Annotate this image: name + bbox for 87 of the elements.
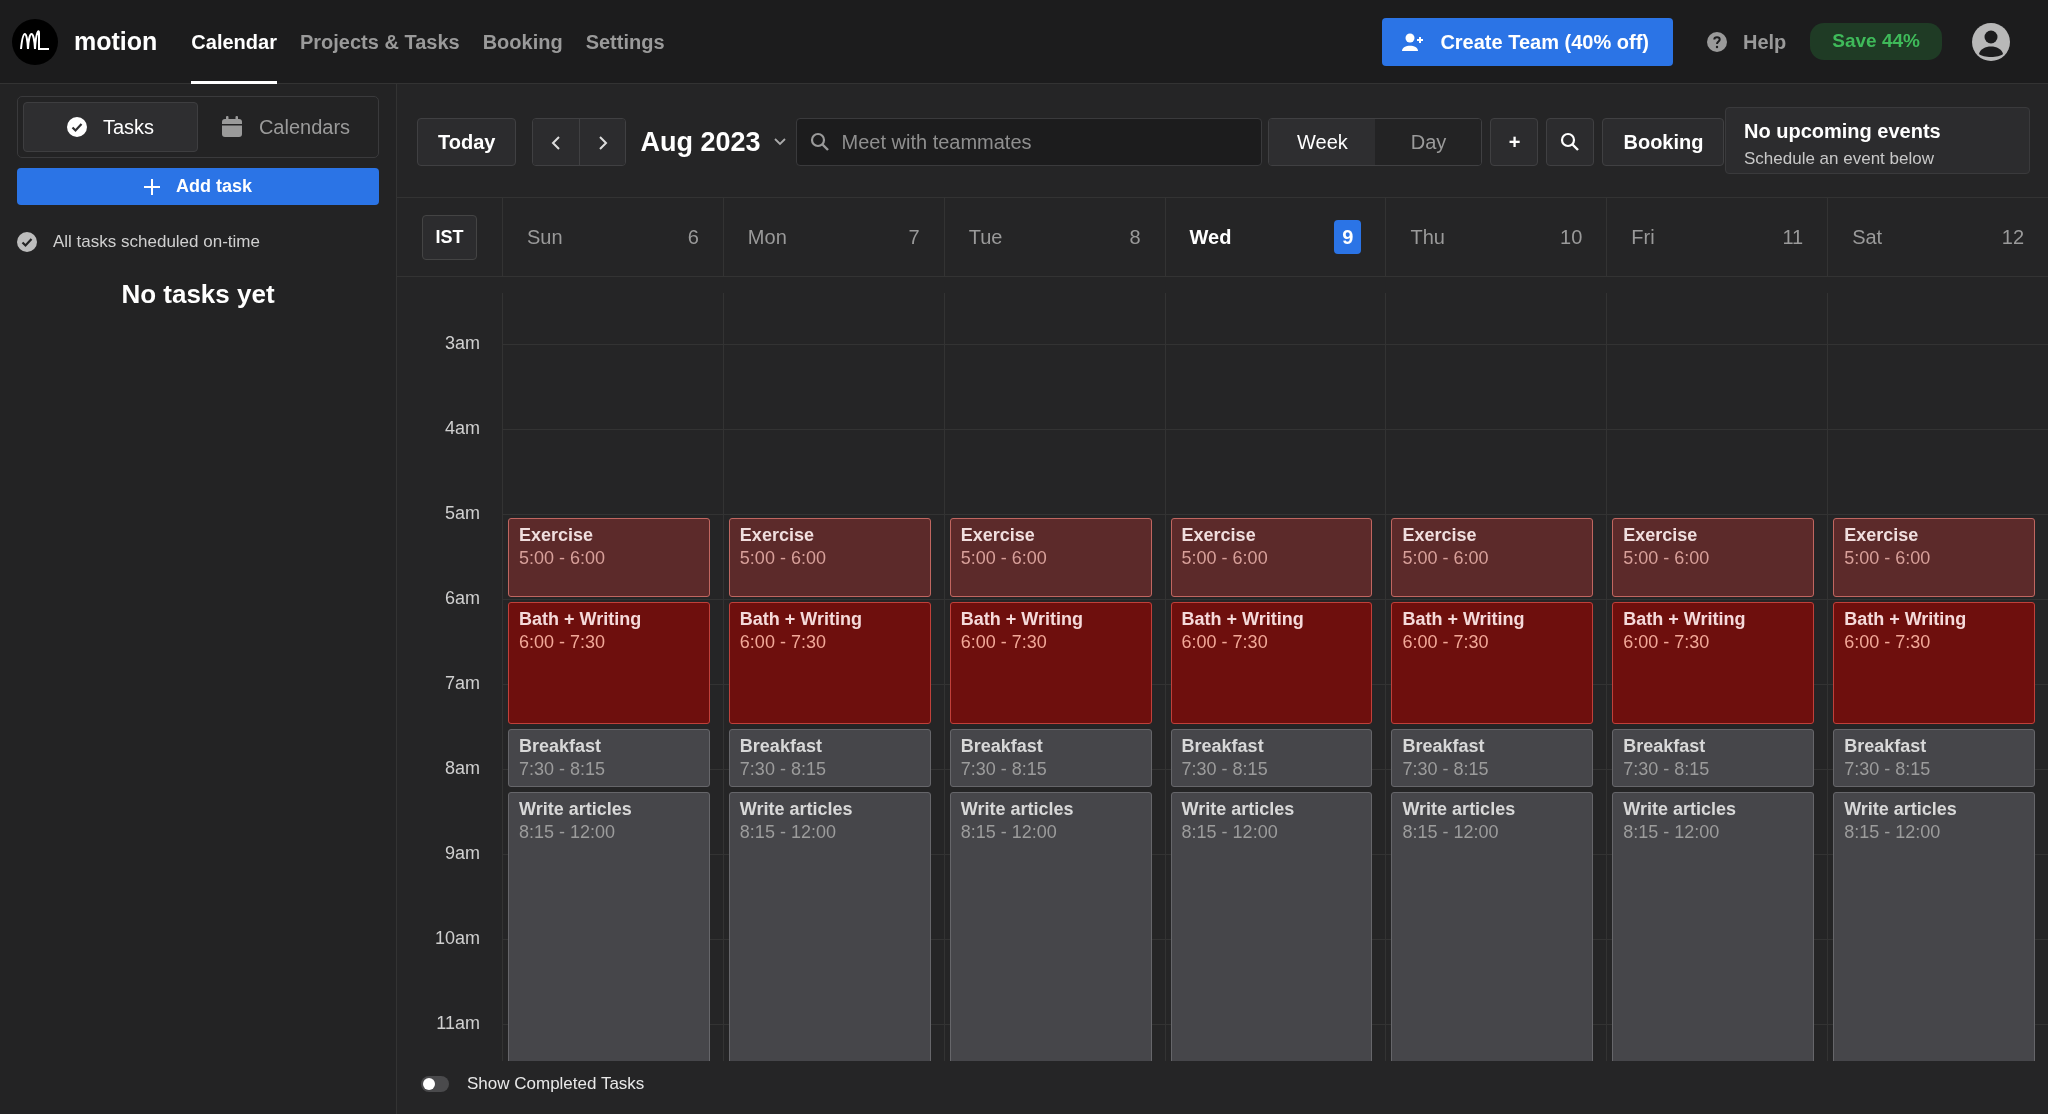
day-name: Sun bbox=[527, 225, 563, 250]
schedule-status: All tasks scheduled on-time bbox=[53, 231, 260, 253]
calendar-event[interactable]: Breakfast 7:30 - 8:15 bbox=[1612, 729, 1815, 787]
calendar-event[interactable]: Exercise 5:00 - 6:00 bbox=[728, 518, 931, 597]
logo-icon bbox=[12, 18, 58, 65]
save-badge[interactable]: Save 44% bbox=[1810, 23, 1942, 60]
calendar-event[interactable]: Bath + Writing 6:00 - 7:30 bbox=[508, 602, 710, 724]
help-link[interactable]: Help bbox=[1706, 26, 1787, 57]
hour-label: 10am bbox=[433, 927, 481, 950]
nav-tab[interactable]: Projects & Tasks bbox=[299, 0, 460, 84]
check-circle-icon bbox=[17, 231, 37, 252]
calendar-event[interactable]: Exercise 5:00 - 6:00 bbox=[1391, 518, 1594, 597]
check-circle-icon bbox=[66, 117, 87, 137]
upcoming-title: No upcoming events bbox=[1744, 119, 1942, 144]
nav-tab[interactable]: Booking bbox=[482, 0, 563, 84]
calendar-event[interactable]: Bath + Writing 6:00 - 7:30 bbox=[1170, 602, 1373, 724]
plus-icon bbox=[144, 178, 160, 195]
calendar-event[interactable]: Exercise 5:00 - 6:00 bbox=[1833, 518, 2035, 597]
calendar-event[interactable]: Breakfast 7:30 - 8:15 bbox=[1170, 729, 1373, 787]
day-name: Sat bbox=[1852, 225, 1883, 250]
hour-label: 3am bbox=[444, 332, 481, 355]
upcoming-subtitle: Schedule an event below bbox=[1744, 148, 1935, 170]
avatar-icon[interactable] bbox=[1972, 22, 2010, 61]
add-button[interactable]: + bbox=[1490, 118, 1539, 166]
hour-label: 7am bbox=[444, 672, 481, 695]
calendar-event[interactable]: Write articles 8:15 - 12:00 bbox=[728, 792, 931, 1061]
create-team-button[interactable]: Create Team (40% off) bbox=[1382, 17, 1673, 66]
view-tab[interactable]: Week bbox=[1269, 119, 1376, 165]
caret-icon[interactable] bbox=[774, 138, 787, 146]
day-date: 8 bbox=[1129, 225, 1141, 250]
sidebar-tab[interactable]: Calendars bbox=[198, 102, 373, 152]
day-name: Wed bbox=[1189, 225, 1232, 250]
search-icon bbox=[1560, 132, 1581, 152]
calendar-event[interactable]: Exercise 5:00 - 6:00 bbox=[1170, 518, 1373, 597]
hour-label: 4am bbox=[444, 417, 481, 440]
timezone-badge[interactable]: IST bbox=[422, 214, 477, 260]
calendar-event[interactable]: Bath + Writing 6:00 - 7:30 bbox=[949, 602, 1152, 724]
calendar-event[interactable]: Write articles 8:15 - 12:00 bbox=[1170, 792, 1373, 1061]
calendar-event[interactable]: Bath + Writing 6:00 - 7:30 bbox=[1612, 602, 1815, 724]
day-date: 11 bbox=[1782, 225, 1804, 250]
calendar-event[interactable]: Breakfast 7:30 - 8:15 bbox=[1833, 729, 2035, 787]
calendar-icon bbox=[220, 116, 243, 138]
date-badge: 9 bbox=[1334, 220, 1362, 254]
calendar-event[interactable]: Breakfast 7:30 - 8:15 bbox=[728, 729, 931, 787]
day-name: Fri bbox=[1631, 225, 1655, 250]
day-date: 6 bbox=[687, 225, 699, 250]
calendar-event[interactable]: Write articles 8:15 - 12:00 bbox=[1833, 792, 2035, 1061]
hour-label: 5am bbox=[444, 502, 481, 525]
hour-label: 11am bbox=[435, 1012, 481, 1035]
calendar-event[interactable]: Write articles 8:15 - 12:00 bbox=[1612, 792, 1815, 1061]
chevron-left-icon bbox=[551, 134, 562, 151]
calendar-event[interactable]: Bath + Writing 6:00 - 7:30 bbox=[1391, 602, 1594, 724]
hour-label: 9am bbox=[444, 842, 481, 865]
add-person-icon bbox=[1402, 31, 1425, 52]
sidebar-tab[interactable]: Tasks bbox=[23, 102, 198, 152]
day-date: 7 bbox=[908, 225, 920, 250]
calendar-event[interactable]: Write articles 8:15 - 12:00 bbox=[949, 792, 1152, 1061]
day-name: Tue bbox=[968, 225, 1003, 250]
calendar-event[interactable]: Bath + Writing 6:00 - 7:30 bbox=[728, 602, 931, 724]
help-icon bbox=[1706, 31, 1727, 52]
nav-tab[interactable]: Settings bbox=[585, 0, 665, 84]
hour-label: 8am bbox=[444, 757, 481, 780]
calendar-event[interactable]: Breakfast 7:30 - 8:15 bbox=[508, 729, 710, 787]
calendar-event[interactable]: Write articles 8:15 - 12:00 bbox=[508, 792, 710, 1061]
day-date: 12 bbox=[2001, 225, 2024, 250]
calendar-event[interactable]: Exercise 5:00 - 6:00 bbox=[508, 518, 710, 597]
add-task-button[interactable]: Add task bbox=[17, 168, 379, 205]
app-name: motion bbox=[74, 25, 158, 57]
calendar-event[interactable]: Exercise 5:00 - 6:00 bbox=[1612, 518, 1815, 597]
day-date: 10 bbox=[1560, 225, 1583, 250]
day-name: Mon bbox=[747, 225, 787, 250]
toggle-label: Show Completed Tasks bbox=[467, 1073, 645, 1095]
booking-button[interactable]: Booking bbox=[1602, 118, 1725, 166]
month-picker[interactable]: Aug 2023 bbox=[640, 121, 761, 163]
calendar-event[interactable]: Breakfast 7:30 - 8:15 bbox=[1391, 729, 1594, 787]
calendar-event[interactable]: Bath + Writing 6:00 - 7:30 bbox=[1833, 602, 2035, 724]
hour-label: 6am bbox=[444, 587, 481, 610]
calendar-event[interactable]: Write articles 8:15 - 12:00 bbox=[1391, 792, 1594, 1061]
search-button[interactable] bbox=[1546, 118, 1595, 166]
calendar-event[interactable]: Exercise 5:00 - 6:00 bbox=[949, 518, 1152, 597]
toggle-switch[interactable] bbox=[421, 1075, 449, 1092]
search-field[interactable]: Meet with teammates bbox=[796, 118, 1263, 166]
empty-message: No tasks yet bbox=[120, 277, 276, 311]
chevron-right-icon bbox=[597, 134, 608, 151]
calendar-event[interactable]: Breakfast 7:30 - 8:15 bbox=[949, 729, 1152, 787]
today-button[interactable]: Today bbox=[417, 118, 517, 166]
day-name: Thu bbox=[1410, 225, 1445, 250]
